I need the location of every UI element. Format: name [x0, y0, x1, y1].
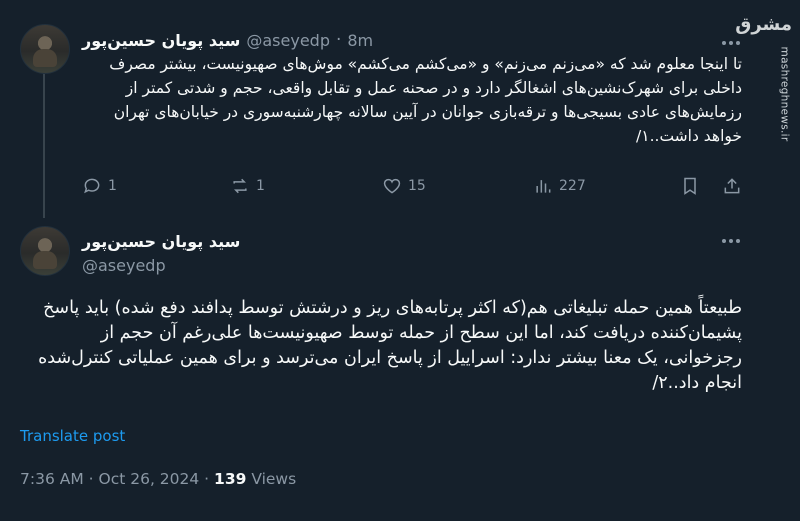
- repost-button[interactable]: 1: [230, 176, 265, 196]
- share-icon: [724, 178, 740, 194]
- avatar[interactable]: [20, 226, 70, 276]
- like-count: 15: [408, 178, 426, 194]
- display-name[interactable]: سید پویان حسین‌پور: [82, 232, 240, 251]
- views-label: Views: [246, 470, 297, 488]
- user-handle[interactable]: @aseyedp: [246, 31, 330, 50]
- reply-button[interactable]: 1: [82, 176, 117, 196]
- tweet1-text: تا اینجا معلوم شد که «می‌زنم می‌زنم» و «…: [109, 55, 742, 145]
- bookmark-button[interactable]: [680, 176, 700, 196]
- tweet2-header-name: سید پویان حسین‌پور: [82, 232, 240, 251]
- relative-time[interactable]: 8m: [347, 31, 373, 50]
- views-total: 139: [214, 470, 247, 488]
- analytics-icon: [536, 180, 551, 193]
- display-name[interactable]: سید پویان حسین‌پور: [82, 31, 240, 50]
- translate-post-link[interactable]: Translate post: [20, 427, 125, 445]
- heart-icon: [383, 178, 401, 194]
- avatar[interactable]: [20, 24, 70, 74]
- views-count: 227: [559, 178, 586, 194]
- watermark-logo: مشرق: [735, 14, 792, 35]
- more-options-icon[interactable]: [722, 236, 744, 246]
- tweet2-meta: 7:36 AM · Oct 26, 2024 · 139 Views: [20, 470, 296, 488]
- thread-line: [43, 66, 45, 218]
- user-handle[interactable]: @aseyedp: [82, 256, 166, 275]
- repost-icon: [233, 178, 247, 194]
- separator: ·: [335, 30, 342, 50]
- watermark-url: mashreghnews.ir: [778, 46, 791, 142]
- reply-icon: [84, 178, 100, 194]
- more-options-icon[interactable]: [722, 38, 744, 48]
- timestamp[interactable]: 7:36 AM · Oct 26, 2024 ·: [20, 470, 214, 488]
- bookmark-icon: [684, 177, 696, 195]
- repost-count: 1: [256, 178, 265, 194]
- tweet2-header-handle: @aseyedp: [82, 256, 166, 275]
- views-button[interactable]: 227: [533, 176, 586, 196]
- tweet2-text: طبیعتاً همین حمله تبلیغاتی هم(که اکثر پر…: [38, 298, 742, 393]
- mashregh-watermark: مشرق mashreghnews.ir: [735, 8, 794, 141]
- share-button[interactable]: [722, 176, 742, 196]
- reply-count: 1: [108, 178, 117, 194]
- like-button[interactable]: 15: [382, 176, 426, 196]
- tweet1-actions: 1 1 15 227: [82, 176, 742, 198]
- tweet1-header: سید پویان حسین‌پور @aseyedp · 8m: [82, 30, 373, 50]
